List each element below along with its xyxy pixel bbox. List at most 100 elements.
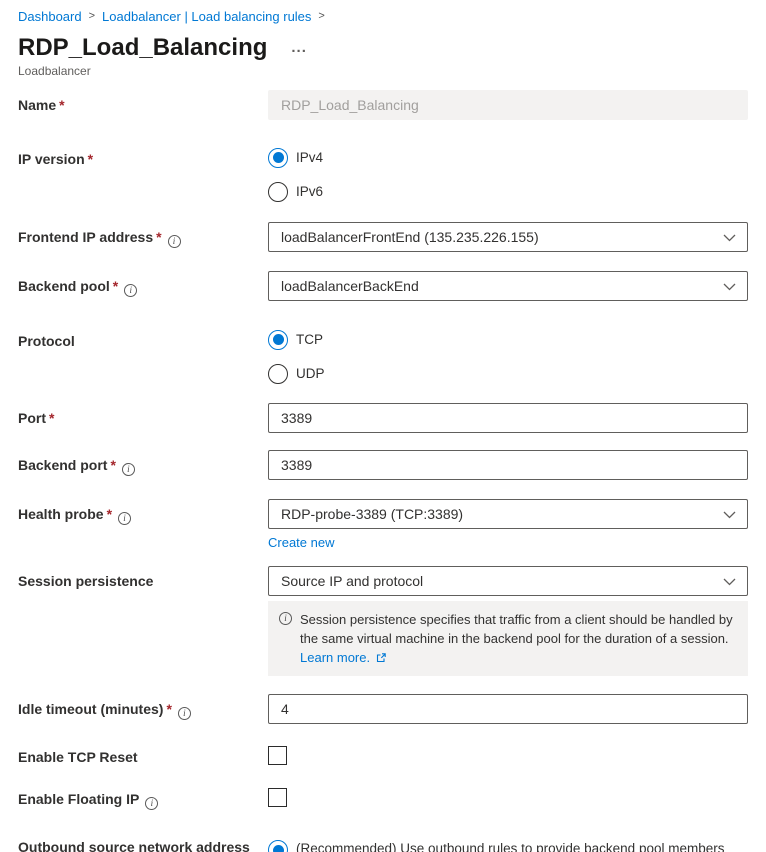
frontend-ip-dropdown[interactable]: loadBalancerFrontEnd (135.235.226.155) bbox=[268, 222, 748, 252]
row-ip-version: IP version* IPv4 IPv6 bbox=[18, 147, 748, 202]
row-backend-pool: Backend pool* i loadBalancerBackEnd bbox=[18, 271, 748, 301]
session-persistence-dropdown[interactable]: Source IP and protocol bbox=[268, 566, 748, 596]
ipv6-radio-label: IPv6 bbox=[296, 184, 323, 199]
chevron-down-icon bbox=[723, 283, 736, 291]
frontend-ip-dropdown-value: loadBalancerFrontEnd (135.235.226.155) bbox=[281, 229, 539, 245]
port-input[interactable] bbox=[268, 403, 748, 433]
backend-pool-label: Backend pool* i bbox=[18, 271, 268, 301]
required-marker: * bbox=[113, 278, 118, 294]
required-marker: * bbox=[49, 410, 54, 426]
protocol-option-udp[interactable]: UDP bbox=[268, 363, 748, 384]
row-tcp-reset: Enable TCP Reset bbox=[18, 746, 748, 766]
info-icon: i bbox=[279, 612, 292, 625]
breadcrumb-dashboard[interactable]: Dashboard bbox=[18, 9, 82, 24]
protocol-option-tcp[interactable]: TCP bbox=[268, 329, 748, 350]
session-persistence-dropdown-value: Source IP and protocol bbox=[281, 573, 423, 589]
udp-radio[interactable] bbox=[268, 364, 288, 384]
protocol-label-text: Protocol bbox=[18, 333, 75, 349]
tcp-radio[interactable] bbox=[268, 330, 288, 350]
row-frontend-ip: Frontend IP address* i loadBalancerFrontE… bbox=[18, 222, 748, 252]
load-balancing-rule-page: Dashboard > Loadbalancer | Load balancin… bbox=[0, 0, 766, 852]
port-label: Port* bbox=[18, 403, 268, 433]
backend-port-label-text: Backend port bbox=[18, 457, 107, 473]
ip-version-label: IP version* bbox=[18, 147, 268, 202]
ip-version-option-ipv6[interactable]: IPv6 bbox=[268, 181, 748, 202]
required-marker: * bbox=[88, 151, 93, 167]
required-marker: * bbox=[166, 701, 171, 717]
port-label-text: Port bbox=[18, 410, 46, 426]
tcp-reset-label-text: Enable TCP Reset bbox=[18, 749, 138, 765]
info-icon[interactable]: i bbox=[118, 512, 131, 525]
learn-more-link[interactable]: Learn more. bbox=[300, 650, 370, 665]
name-label: Name* bbox=[18, 90, 268, 120]
idle-timeout-label: Idle timeout (minutes)* i bbox=[18, 694, 268, 724]
protocol-radio-group: TCP UDP bbox=[268, 329, 748, 384]
backend-pool-label-text: Backend pool bbox=[18, 278, 110, 294]
session-persistence-label-text: Session persistence bbox=[18, 573, 153, 589]
snat-label: Outbound source network address translat… bbox=[18, 839, 268, 852]
ip-version-option-ipv4[interactable]: IPv4 bbox=[268, 147, 748, 168]
row-snat: Outbound source network address translat… bbox=[18, 839, 748, 852]
info-icon[interactable]: i bbox=[168, 235, 181, 248]
chevron-down-icon bbox=[723, 234, 736, 242]
backend-port-input[interactable] bbox=[268, 450, 748, 480]
snat-option-text-body: (Recommended) Use outbound rules to prov… bbox=[296, 841, 724, 852]
info-icon[interactable]: i bbox=[178, 707, 191, 720]
ipv6-radio[interactable] bbox=[268, 182, 288, 202]
breadcrumb-separator-icon: > bbox=[89, 10, 95, 22]
backend-pool-dropdown-value: loadBalancerBackEnd bbox=[281, 278, 419, 294]
protocol-label: Protocol bbox=[18, 329, 268, 384]
snat-option-text: (Recommended) Use outbound rules to prov… bbox=[296, 839, 748, 852]
idle-timeout-input[interactable] bbox=[268, 694, 748, 724]
ip-version-label-text: IP version bbox=[18, 151, 85, 167]
idle-timeout-label-text: Idle timeout (minutes) bbox=[18, 701, 163, 717]
row-session-persistence: Session persistence Source IP and protoc… bbox=[18, 566, 748, 676]
row-floating-ip: Enable Floating IP i bbox=[18, 788, 748, 810]
row-port: Port* bbox=[18, 403, 748, 433]
session-persistence-info-text: Session persistence specifies that traff… bbox=[300, 610, 737, 667]
chevron-down-icon bbox=[723, 578, 736, 586]
health-probe-label: Health probe* i bbox=[18, 499, 268, 552]
session-persistence-label: Session persistence bbox=[18, 566, 268, 676]
page-title: RDP_Load_Balancing bbox=[18, 34, 267, 62]
tcp-radio-label: TCP bbox=[296, 332, 323, 347]
tcp-reset-checkbox[interactable] bbox=[268, 746, 287, 765]
header: RDP_Load_Balancing ... bbox=[18, 34, 748, 62]
more-options-button[interactable]: ... bbox=[291, 43, 307, 53]
row-backend-port: Backend port* i bbox=[18, 450, 748, 480]
snat-radio[interactable] bbox=[268, 840, 288, 852]
row-health-probe: Health probe* i RDP-probe-3389 (TCP:3389)… bbox=[18, 499, 748, 552]
floating-ip-checkbox[interactable] bbox=[268, 788, 287, 807]
rule-form: Name* IP version* IPv4 IPv6 bbox=[18, 90, 748, 852]
row-name: Name* bbox=[18, 90, 748, 120]
create-new-link[interactable]: Create new bbox=[268, 535, 334, 550]
info-icon[interactable]: i bbox=[122, 463, 135, 476]
row-idle-timeout: Idle timeout (minutes)* i bbox=[18, 694, 748, 724]
floating-ip-label: Enable Floating IP i bbox=[18, 788, 268, 810]
breadcrumb: Dashboard > Loadbalancer | Load balancin… bbox=[18, 8, 748, 24]
snat-label-text: Outbound source network address translat… bbox=[18, 839, 250, 852]
required-marker: * bbox=[110, 457, 115, 473]
session-persistence-info-box: i Session persistence specifies that tra… bbox=[268, 601, 748, 676]
required-marker: * bbox=[156, 229, 161, 245]
frontend-ip-label-text: Frontend IP address bbox=[18, 229, 153, 245]
external-link-icon bbox=[376, 653, 386, 663]
backend-port-label: Backend port* i bbox=[18, 450, 268, 480]
page-subtitle: Loadbalancer bbox=[18, 64, 748, 78]
health-probe-label-text: Health probe bbox=[18, 506, 104, 522]
info-icon[interactable]: i bbox=[145, 797, 158, 810]
floating-ip-label-text: Enable Floating IP bbox=[18, 791, 139, 807]
frontend-ip-label: Frontend IP address* i bbox=[18, 222, 268, 252]
ipv4-radio[interactable] bbox=[268, 148, 288, 168]
info-text: Session persistence specifies that traff… bbox=[300, 612, 733, 646]
breadcrumb-loadbalancer-rules[interactable]: Loadbalancer | Load balancing rules bbox=[102, 9, 311, 24]
required-marker: * bbox=[59, 97, 64, 113]
info-icon[interactable]: i bbox=[124, 284, 137, 297]
health-probe-dropdown-value: RDP-probe-3389 (TCP:3389) bbox=[281, 506, 463, 522]
health-probe-dropdown[interactable]: RDP-probe-3389 (TCP:3389) bbox=[268, 499, 748, 529]
backend-pool-dropdown[interactable]: loadBalancerBackEnd bbox=[268, 271, 748, 301]
snat-option-recommended[interactable]: (Recommended) Use outbound rules to prov… bbox=[268, 839, 748, 852]
name-input[interactable] bbox=[268, 90, 748, 120]
required-marker: * bbox=[107, 506, 112, 522]
udp-radio-label: UDP bbox=[296, 366, 325, 381]
